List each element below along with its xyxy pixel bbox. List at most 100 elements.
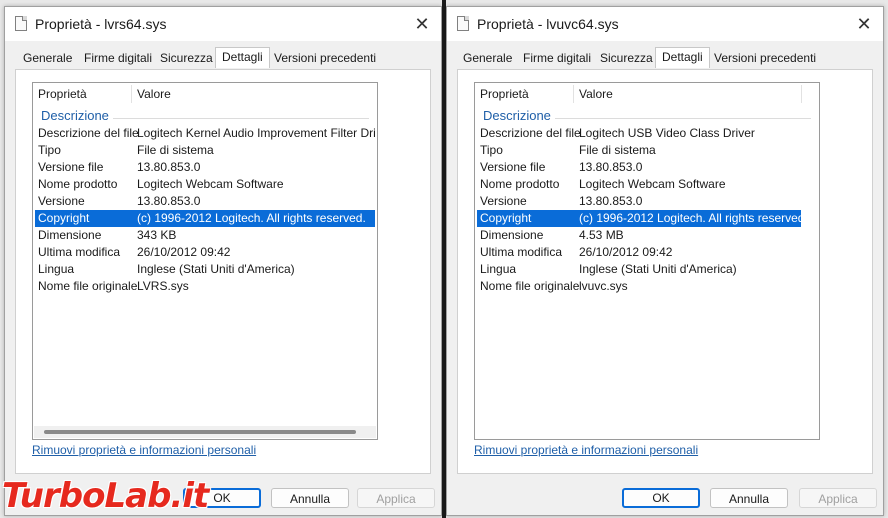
property-value: lvuvc.sys bbox=[579, 279, 628, 293]
cancel-button[interactable]: Annulla bbox=[271, 488, 349, 508]
property-value: (c) 1996-2012 Logitech. All rights reser… bbox=[579, 211, 801, 225]
list-item[interactable]: Versione file 13.80.853.0 bbox=[477, 159, 817, 176]
property-value: 13.80.853.0 bbox=[579, 194, 643, 208]
property-value: 26/10/2012 09:42 bbox=[579, 245, 673, 259]
tab-firme-digitali[interactable]: Firme digitali bbox=[84, 51, 152, 65]
list-item-selected[interactable]: Copyright (c) 1996-2012 Logitech. All rig… bbox=[35, 210, 375, 227]
remove-properties-link[interactable]: Rimuovi proprietà e informazioni persona… bbox=[32, 443, 256, 457]
column-separator[interactable] bbox=[573, 85, 574, 103]
properties-list[interactable]: Proprietà Valore Descrizione Descrizione… bbox=[32, 82, 378, 440]
tab-firme-digitali[interactable]: Firme digitali bbox=[523, 51, 591, 65]
list-item[interactable]: Versione 13.80.853.0 bbox=[477, 193, 817, 210]
list-item[interactable]: Nome prodotto Logitech Webcam Software bbox=[35, 176, 375, 193]
column-value-header[interactable]: Valore bbox=[137, 87, 171, 101]
list-item[interactable]: Descrizione del file Logitech USB Video C… bbox=[477, 125, 817, 142]
group-title: Descrizione bbox=[483, 108, 551, 123]
details-panel: Proprietà Valore Descrizione Descrizione… bbox=[15, 69, 431, 474]
tab-generale[interactable]: Generale bbox=[463, 51, 512, 65]
property-value: 13.80.853.0 bbox=[137, 160, 201, 174]
column-value-header[interactable]: Valore bbox=[579, 87, 613, 101]
property-value: File di sistema bbox=[579, 143, 656, 157]
column-separator[interactable] bbox=[131, 85, 132, 103]
tab-sicurezza[interactable]: Sicurezza bbox=[600, 51, 653, 65]
property-name: Nome prodotto bbox=[480, 177, 560, 191]
group-divider bbox=[113, 118, 369, 119]
property-value: LVRS.sys bbox=[137, 279, 189, 293]
watermark-logo: TurboLab.it bbox=[2, 476, 209, 516]
tab-bar: Generale Firme digitali Sicurezza Dettag… bbox=[457, 47, 873, 69]
property-name: Ultima modifica bbox=[38, 245, 121, 259]
properties-dialog-left: Proprietà - lvrs64.sys ✕ Generale Firme … bbox=[4, 6, 442, 516]
tab-versioni-precedenti[interactable]: Versioni precedenti bbox=[274, 51, 376, 65]
tab-sicurezza[interactable]: Sicurezza bbox=[160, 51, 213, 65]
property-name: Tipo bbox=[38, 143, 61, 157]
list-item[interactable]: Tipo File di sistema bbox=[477, 142, 817, 159]
property-value: Inglese (Stati Uniti d'America) bbox=[137, 262, 295, 276]
property-name: Tipo bbox=[480, 143, 503, 157]
property-value: Logitech USB Video Class Driver bbox=[579, 126, 755, 140]
property-name: Descrizione del file bbox=[480, 126, 581, 140]
apply-button[interactable]: Applica bbox=[357, 488, 435, 508]
property-name: Nome prodotto bbox=[38, 177, 118, 191]
list-item-selected[interactable]: Copyright (c) 1996-2012 Logitech. All rig… bbox=[477, 210, 801, 227]
tab-dettagli[interactable]: Dettagli bbox=[215, 47, 270, 68]
property-name: Versione bbox=[480, 194, 527, 208]
list-item[interactable]: Dimensione 4.53 MB bbox=[477, 227, 817, 244]
property-name: Ultima modifica bbox=[480, 245, 563, 259]
list-header: Proprietà Valore bbox=[33, 83, 377, 108]
list-item[interactable]: Nome prodotto Logitech Webcam Software bbox=[477, 176, 817, 193]
apply-button[interactable]: Applica bbox=[799, 488, 877, 508]
property-name: Dimensione bbox=[38, 228, 102, 242]
title-bar: Proprietà - lvuvc64.sys ✕ bbox=[447, 7, 883, 41]
property-name: Versione file bbox=[480, 160, 546, 174]
list-item[interactable]: Versione file 13.80.853.0 bbox=[35, 159, 375, 176]
close-icon[interactable]: ✕ bbox=[411, 13, 433, 35]
file-icon bbox=[457, 16, 469, 31]
property-value: 13.80.853.0 bbox=[137, 194, 201, 208]
group-title: Descrizione bbox=[41, 108, 109, 123]
window-title: Proprietà - lvrs64.sys bbox=[35, 16, 167, 32]
list-item[interactable]: Versione 13.80.853.0 bbox=[35, 193, 375, 210]
remove-properties-link[interactable]: Rimuovi proprietà e informazioni persona… bbox=[474, 443, 698, 457]
property-value: Logitech Webcam Software bbox=[137, 177, 284, 191]
tab-generale[interactable]: Generale bbox=[23, 51, 72, 65]
list-item[interactable]: Tipo File di sistema bbox=[35, 142, 375, 159]
property-value: Inglese (Stati Uniti d'America) bbox=[579, 262, 737, 276]
list-item[interactable]: Descrizione del file Logitech Kernel Audi… bbox=[35, 125, 375, 142]
property-name: Copyright bbox=[480, 211, 532, 225]
scrollbar-thumb[interactable] bbox=[44, 430, 356, 434]
column-separator[interactable] bbox=[801, 85, 802, 103]
list-item[interactable]: Lingua Inglese (Stati Uniti d'America) bbox=[477, 261, 817, 278]
property-name: Nome file originale bbox=[38, 279, 138, 293]
property-value: 13.80.853.0 bbox=[579, 160, 643, 174]
horizontal-scrollbar[interactable] bbox=[34, 426, 376, 438]
ok-button[interactable]: OK bbox=[622, 488, 700, 508]
property-value: Logitech Kernel Audio Improvement Filter… bbox=[137, 126, 375, 140]
list-item[interactable]: Lingua Inglese (Stati Uniti d'America) bbox=[35, 261, 375, 278]
property-name: Copyright bbox=[38, 211, 90, 225]
properties-dialog-right: Proprietà - lvuvc64.sys ✕ Generale Firme… bbox=[446, 6, 884, 516]
details-panel: Proprietà Valore Descrizione Descrizione… bbox=[457, 69, 873, 474]
property-name: Dimensione bbox=[480, 228, 544, 242]
column-property-header[interactable]: Proprietà bbox=[480, 87, 529, 101]
property-value: 26/10/2012 09:42 bbox=[137, 245, 231, 259]
property-name: Versione file bbox=[38, 160, 104, 174]
close-icon[interactable]: ✕ bbox=[853, 13, 875, 35]
list-item[interactable]: Ultima modifica 26/10/2012 09:42 bbox=[35, 244, 375, 261]
tab-versioni-precedenti[interactable]: Versioni precedenti bbox=[714, 51, 816, 65]
properties-list[interactable]: Proprietà Valore Descrizione Descrizione… bbox=[474, 82, 820, 440]
list-item[interactable]: Nome file originale LVRS.sys bbox=[35, 278, 375, 295]
property-value: Logitech Webcam Software bbox=[579, 177, 726, 191]
property-name: Nome file originale bbox=[480, 279, 580, 293]
list-item[interactable]: Dimensione 343 KB bbox=[35, 227, 375, 244]
tab-bar: Generale Firme digitali Sicurezza Dettag… bbox=[15, 47, 431, 69]
property-name: Lingua bbox=[38, 262, 75, 276]
tab-dettagli[interactable]: Dettagli bbox=[655, 47, 710, 68]
cancel-button[interactable]: Annulla bbox=[710, 488, 788, 508]
list-item[interactable]: Nome file originale lvuvc.sys bbox=[477, 278, 817, 295]
property-value: 343 KB bbox=[137, 228, 177, 242]
column-property-header[interactable]: Proprietà bbox=[38, 87, 87, 101]
property-name: Lingua bbox=[480, 262, 517, 276]
list-item[interactable]: Ultima modifica 26/10/2012 09:42 bbox=[477, 244, 817, 261]
property-name: Descrizione del file bbox=[38, 126, 139, 140]
